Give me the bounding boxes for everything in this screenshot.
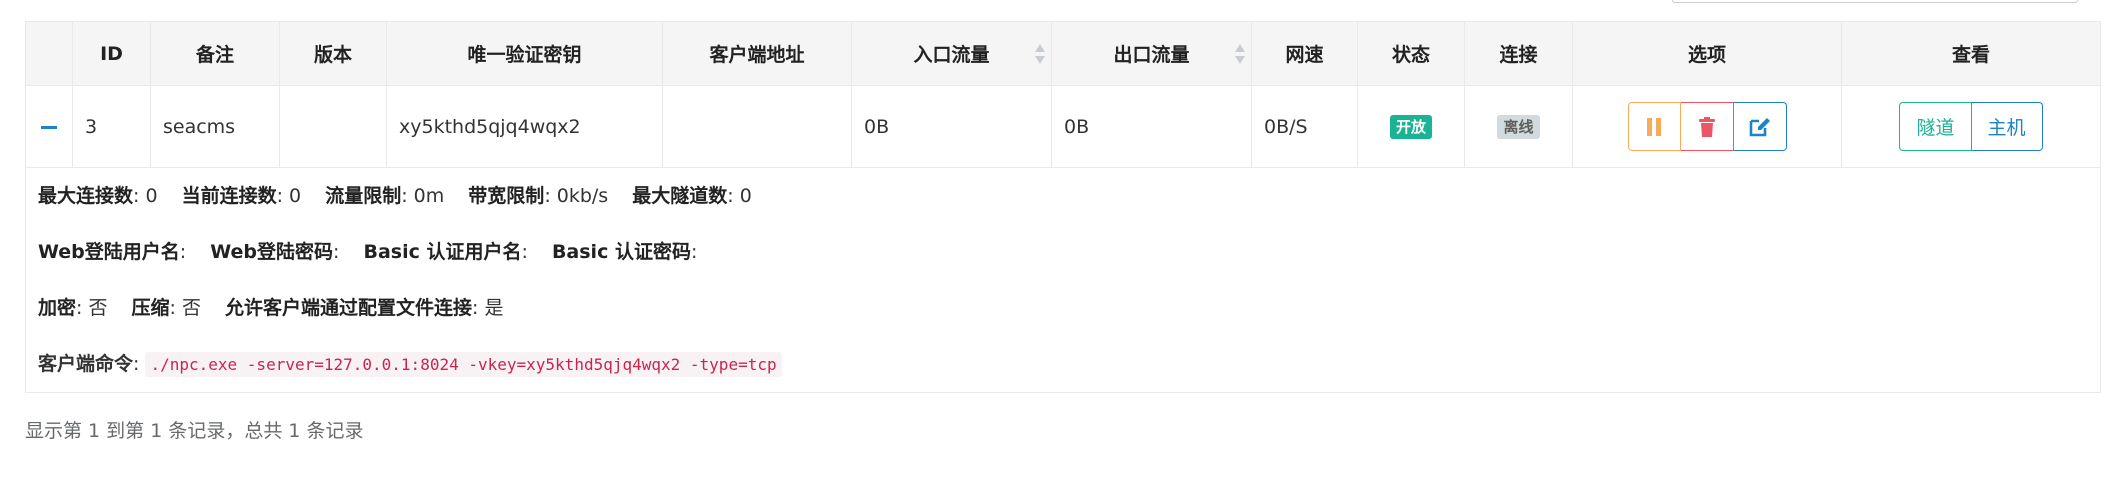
detail-options-line: 加密: 否 压缩: 否 允许客户端通过配置文件连接: 是 [38,280,2088,336]
header-speed[interactable]: 网速 [1251,21,1358,86]
header-remark[interactable]: 备注 [150,21,280,86]
delete-button[interactable] [1680,102,1734,151]
sort-icon[interactable] [1035,43,1045,65]
cell-client-addr [662,85,852,168]
table-header-row: ID 备注 版本 唯一验证密钥 客户端地址 入口流量 出口流量 网速 状态 连接… [25,21,2101,86]
cell-connection: 离线 [1464,85,1573,168]
pagination-summary: 显示第 1 到第 1 条记录，总共 1 条记录 [25,420,364,442]
compress: 压缩: 否 [131,297,201,319]
header-out-flow-label: 出口流量 [1113,44,1190,66]
cell-speed: 0B/S [1251,85,1358,168]
web-user: Web登陆用户名: [38,241,187,263]
cell-version [279,85,387,168]
cmd-label: 客户端命令 [38,353,134,375]
search-input-edge[interactable] [1672,0,2078,3]
connection-badge: 离线 [1497,114,1540,139]
flow-limit: 流量限制: 0m [325,185,445,207]
detail-panel: 最大连接数: 0 当前连接数: 0 流量限制: 0m 带宽限制: 0kb/s 最… [25,167,2101,393]
pause-button[interactable] [1627,102,1681,151]
client-command[interactable]: ./npc.exe -server=127.0.0.1:8024 -vkey=x… [145,352,782,377]
cell-out-flow: 0B [1051,85,1252,168]
detail-command-line: 客户端命令: ./npc.exe -server=127.0.0.1:8024 … [38,336,2088,392]
edit-button[interactable] [1733,102,1787,151]
header-id[interactable]: ID [72,21,151,86]
header-version[interactable]: 版本 [279,21,387,86]
cell-id: 3 [72,85,151,168]
header-in-flow[interactable]: 入口流量 [851,21,1052,86]
web-pass: Web登陆密码: [210,241,340,263]
cmd-sep: : [133,353,146,375]
header-view: 查看 [1841,21,2101,86]
host-button[interactable]: 主机 [1971,102,2043,151]
pause-icon [1647,117,1661,136]
detail-limits-line: 最大连接数: 0 当前连接数: 0 流量限制: 0m 带宽限制: 0kb/s 最… [38,168,2088,224]
cur-conn: 当前连接数: 0 [181,185,302,207]
sort-icon[interactable] [1235,43,1245,65]
header-client-addr[interactable]: 客户端地址 [662,21,852,86]
cell-status: 开放 [1357,85,1465,168]
header-vkey[interactable]: 唯一验证密钥 [386,21,663,86]
tunnel-button[interactable]: 隧道 [1899,102,1972,151]
table-row: 3 seacms xy5kthd5qjq4wqx2 0B 0B 0B/S 开放 … [25,85,2101,168]
options-button-group [1627,102,1787,151]
expand-toggle[interactable] [25,85,73,168]
minus-icon[interactable] [41,125,57,129]
cell-options [1572,85,1842,168]
basic-user: Basic 认证用户名: [363,241,528,263]
header-expand [25,21,73,86]
cell-in-flow: 0B [851,85,1052,168]
edit-icon [1749,117,1770,136]
header-options: 选项 [1572,21,1842,86]
status-badge: 开放 [1389,114,1432,139]
config-conn: 允许客户端通过配置文件连接: 是 [225,297,504,319]
detail-row: 最大连接数: 0 当前连接数: 0 流量限制: 0m 带宽限制: 0kb/s 最… [25,167,2101,393]
rate-limit: 带宽限制: 0kb/s [468,185,609,207]
header-connection[interactable]: 连接 [1464,21,1573,86]
basic-pass: Basic 认证密码: [551,241,698,263]
cell-view: 隧道 主机 [1841,85,2101,168]
client-table-wrapper: ID 备注 版本 唯一验证密钥 客户端地址 入口流量 出口流量 网速 状态 连接… [25,21,2101,393]
header-out-flow[interactable]: 出口流量 [1051,21,1252,86]
trash-icon [1698,116,1715,137]
crypt: 加密: 否 [38,297,108,319]
cell-vkey: xy5kthd5qjq4wqx2 [386,85,663,168]
client-table: ID 备注 版本 唯一验证密钥 客户端地址 入口流量 出口流量 网速 状态 连接… [25,21,2101,393]
header-status[interactable]: 状态 [1357,21,1465,86]
detail-auth-line: Web登陆用户名: Web登陆密码: Basic 认证用户名: Basic 认证… [38,224,2088,280]
max-tunnel: 最大隧道数: 0 [632,185,752,207]
header-in-flow-label: 入口流量 [913,44,990,66]
view-button-group: 隧道 主机 [1899,102,2043,151]
max-conn: 最大连接数: 0 [38,185,158,207]
cell-remark: seacms [150,85,280,168]
